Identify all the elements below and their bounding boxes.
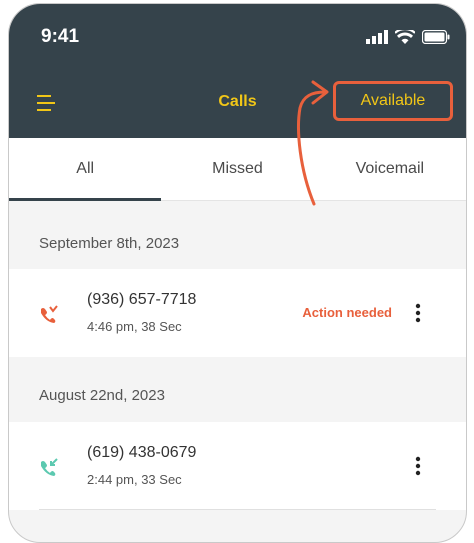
section-date: August 22nd, 2023	[39, 387, 165, 404]
call-number: (619) 438-0679	[87, 444, 197, 461]
signal-icon	[366, 30, 388, 44]
call-row[interactable]: (936) 657-7718 4:46 pm, 38 Sec Action ne…	[9, 269, 466, 357]
status-icons	[366, 30, 450, 44]
app-header: 9:41 Calls Available	[9, 4, 466, 138]
battery-icon	[422, 30, 450, 44]
missed-call-icon	[41, 305, 58, 323]
incoming-call-icon	[41, 458, 58, 476]
wifi-icon	[395, 30, 415, 44]
call-tabs: All Missed Voicemail	[9, 138, 466, 201]
more-options-icon[interactable]	[415, 456, 421, 476]
tab-voicemail[interactable]: Voicemail	[314, 138, 466, 200]
call-meta: 2:44 pm, 33 Sec	[87, 472, 182, 487]
more-options-icon[interactable]	[415, 303, 421, 323]
call-meta: 4:46 pm, 38 Sec	[87, 319, 182, 334]
row-divider	[39, 509, 436, 510]
section-date: September 8th, 2023	[39, 235, 180, 252]
phone-frame: 9:41 Calls Available All Missed Voicemai…	[8, 3, 467, 543]
status-time: 9:41	[41, 26, 80, 47]
action-needed-badge: Action needed	[302, 305, 392, 320]
call-row[interactable]: (619) 438-0679 2:44 pm, 33 Sec	[9, 422, 466, 510]
call-number: (936) 657-7718	[87, 291, 197, 308]
tab-all[interactable]: All	[9, 138, 162, 201]
tab-missed[interactable]: Missed	[161, 138, 313, 200]
availability-label: Available	[360, 92, 426, 109]
availability-button[interactable]: Available	[333, 81, 453, 121]
